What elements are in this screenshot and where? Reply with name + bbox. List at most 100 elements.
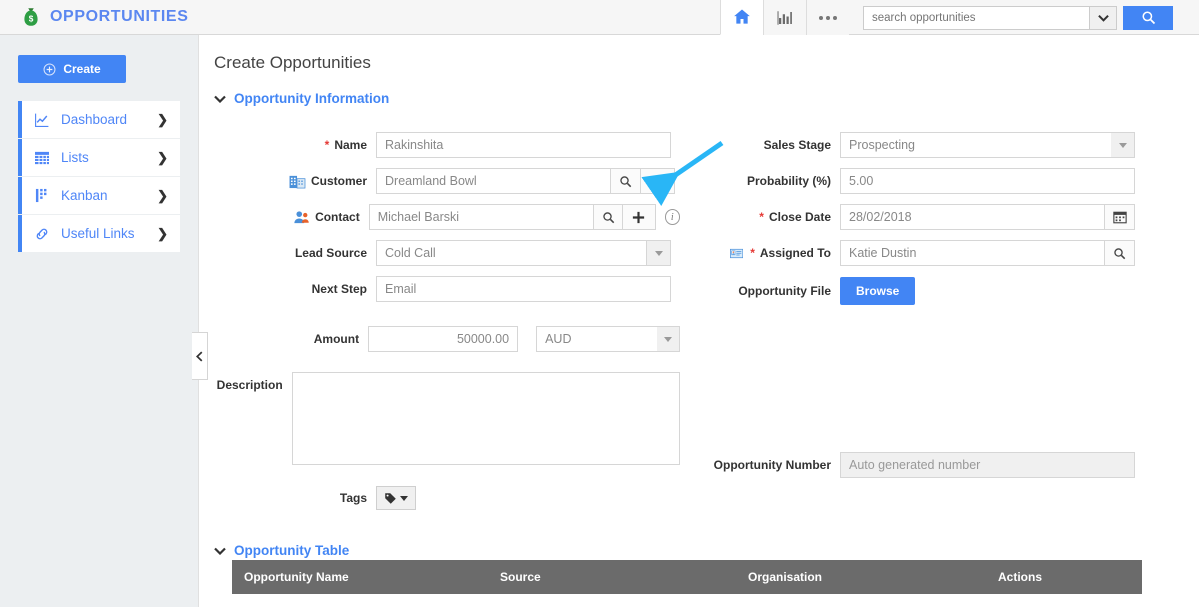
contact-search-button[interactable] — [594, 204, 624, 230]
opportunity-number-label: Opportunity Number — [713, 458, 831, 472]
opportunity-table-header-row: Opportunity Name Source Organisation Act… — [232, 560, 1142, 594]
section-title: Opportunity Table — [234, 543, 350, 558]
currency-select[interactable] — [536, 326, 658, 352]
calendar-icon[interactable] — [1105, 204, 1135, 230]
svg-text:$: $ — [29, 15, 34, 24]
link-icon — [32, 226, 52, 242]
sidebar-collapse-handle[interactable] — [192, 332, 208, 380]
line-chart-icon — [32, 112, 52, 128]
probability-label: Probability (%) — [746, 174, 831, 188]
search-input[interactable] — [863, 5, 1089, 30]
section-opportunity-information-header[interactable]: Opportunity Information — [214, 91, 1199, 106]
customer-input[interactable] — [376, 168, 611, 194]
field-row-contact: Contact i — [200, 204, 680, 230]
required-asterisk: * — [324, 138, 330, 152]
chevron-down-icon — [214, 95, 226, 103]
search-area — [863, 5, 1173, 30]
tags-dropdown-button[interactable] — [376, 486, 416, 510]
lead-source-label: Lead Source — [294, 246, 367, 260]
description-textarea[interactable] — [291, 372, 680, 465]
lead-source-dropdown-caret[interactable] — [647, 240, 671, 266]
sidebar-item-label: Lists — [61, 150, 89, 165]
bar-chart-icon[interactable] — [763, 0, 806, 35]
probability-input[interactable] — [840, 168, 1135, 194]
column-header-opportunity-name[interactable]: Opportunity Name — [232, 570, 488, 584]
field-row-sales-stage: Sales Stage — [730, 132, 1199, 158]
grid-icon — [32, 151, 52, 165]
amount-input[interactable] — [368, 326, 519, 352]
field-row-amount: Amount — [200, 326, 680, 352]
next-step-input[interactable] — [376, 276, 671, 302]
search-scope-dropdown[interactable] — [1089, 5, 1117, 30]
search-submit-button[interactable] — [1123, 5, 1173, 30]
customer-add-button[interactable] — [641, 168, 675, 194]
sales-stage-select[interactable] — [840, 132, 1111, 158]
column-header-organisation[interactable]: Organisation — [736, 570, 986, 584]
column-header-source[interactable]: Source — [488, 570, 736, 584]
required-asterisk: * — [750, 246, 755, 260]
tag-icon — [385, 492, 396, 504]
section-title: Opportunity Information — [234, 91, 390, 106]
chevron-right-icon: ❯ — [157, 225, 168, 241]
more-dots-icon[interactable] — [806, 0, 849, 35]
customer-search-button[interactable] — [611, 168, 641, 194]
info-circle-icon[interactable]: i — [664, 209, 680, 225]
sidebar-item-useful-links[interactable]: Useful Links ❯ — [18, 215, 180, 253]
sales-stage-label: Sales Stage — [763, 138, 831, 152]
sidebar-item-lists[interactable]: Lists ❯ — [18, 139, 180, 177]
sidebar-nav: Dashboard ❯ Lists ❯ Kanban ❯ Useful Link… — [0, 101, 198, 253]
assigned-to-label: * Assigned To — [730, 246, 840, 260]
field-row-customer: Customer — [200, 168, 680, 194]
brand: $ OPPORTUNITIES — [0, 0, 188, 35]
opportunity-file-label: Opportunity File — [738, 284, 831, 298]
sales-stage-dropdown-caret[interactable] — [1111, 132, 1135, 158]
field-row-lead-source: Lead Source — [200, 240, 680, 266]
assigned-to-input[interactable] — [840, 240, 1105, 266]
field-row-tags: Tags — [200, 486, 680, 510]
sidebar-item-label: Useful Links — [61, 226, 135, 241]
name-input[interactable] — [376, 132, 671, 158]
chevron-right-icon: ❯ — [157, 111, 168, 127]
column-header-actions[interactable]: Actions — [986, 570, 1142, 584]
lead-source-select[interactable] — [376, 240, 647, 266]
section-opportunity-table-header[interactable]: Opportunity Table — [214, 543, 349, 558]
field-row-opportunity-number: Opportunity Number — [713, 452, 1199, 478]
id-card-icon — [730, 248, 744, 258]
field-row-next-step: Next Step — [200, 276, 680, 302]
required-asterisk: * — [759, 210, 764, 224]
plus-circle-icon — [43, 63, 56, 75]
sidebar-item-label: Dashboard — [61, 112, 128, 127]
page-title: Create Opportunities — [214, 53, 371, 72]
field-row-assigned-to: * Assigned To — [730, 240, 1199, 266]
field-row-close-date: * Close Date — [730, 204, 1199, 230]
field-row-name: * Name — [200, 132, 680, 158]
browse-button[interactable]: Browse — [840, 277, 916, 305]
amount-label: Amount — [313, 332, 360, 346]
caret-down-icon — [400, 495, 408, 501]
customer-label: Customer — [200, 174, 376, 189]
sidebar: Create Dashboard ❯ Lists ❯ Kanban ❯ Usef… — [0, 35, 199, 607]
field-row-description: Description — [200, 372, 680, 465]
brand-title: OPPORTUNITIES — [50, 8, 189, 25]
chevron-right-icon: ❯ — [157, 149, 168, 165]
create-button-label: Create — [63, 62, 101, 76]
contact-input[interactable] — [368, 204, 595, 230]
name-label: * Name — [324, 138, 367, 152]
field-row-probability: Probability (%) — [730, 168, 1199, 194]
close-date-input[interactable] — [840, 204, 1105, 230]
sidebar-item-dashboard[interactable]: Dashboard ❯ — [18, 101, 180, 139]
assigned-to-search-button[interactable] — [1105, 240, 1135, 266]
contact-add-button[interactable] — [623, 204, 656, 230]
money-bag-icon: $ — [24, 8, 38, 26]
field-row-opportunity-file: Opportunity File Browse — [730, 277, 1199, 305]
home-icon[interactable] — [720, 0, 763, 35]
building-icon — [289, 175, 306, 188]
chevron-right-icon: ❯ — [157, 187, 168, 203]
main-content: Create Opportunities Opportunity Informa… — [200, 35, 1199, 607]
create-button[interactable]: Create — [18, 55, 126, 83]
header-tools — [720, 0, 1199, 35]
opportunity-number-input — [840, 452, 1135, 478]
sidebar-item-kanban[interactable]: Kanban ❯ — [18, 177, 180, 215]
currency-dropdown-caret[interactable] — [657, 326, 680, 352]
description-label: Description — [216, 378, 283, 392]
